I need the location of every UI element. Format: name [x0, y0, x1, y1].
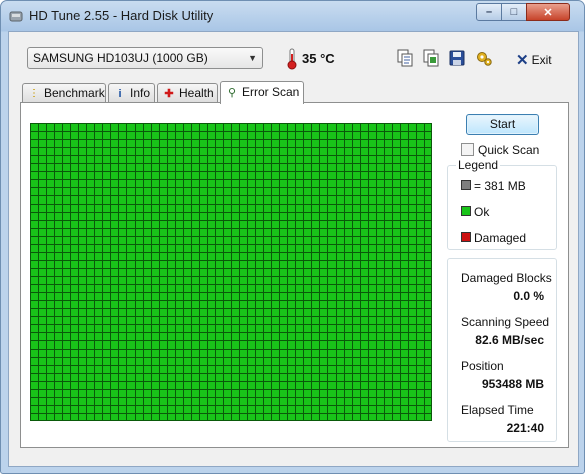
save-icon[interactable]	[448, 49, 466, 67]
minimize-button[interactable]: –	[476, 3, 502, 21]
tab-health[interactable]: ✚ Health	[157, 83, 218, 102]
quick-scan-label: Quick Scan	[478, 143, 540, 157]
legend-item-damaged: Damaged	[461, 231, 526, 245]
tab-benchmark-label: Benchmark	[44, 86, 105, 100]
tab-info-label: Info	[130, 86, 151, 100]
scanning-speed-value: 82.6 MB/sec	[475, 333, 544, 347]
quick-scan-checkbox[interactable]: Quick Scan	[461, 143, 539, 157]
error-scan-panel: Start Quick Scan Legend = 381 MB Ok Dama…	[20, 102, 569, 448]
maximize-icon: □	[510, 6, 518, 18]
legend-item-ok: Ok	[461, 205, 489, 219]
legend-damaged-label: Damaged	[474, 231, 527, 245]
damaged-blocks-value: 0.0 %	[513, 289, 544, 303]
elapsed-time-label: Elapsed Time	[461, 403, 534, 417]
app-icon	[9, 11, 23, 22]
stats-group: Damaged Blocks 0.0 % Scanning Speed 82.6…	[447, 258, 557, 442]
copy-screenshot-icon[interactable]	[422, 49, 440, 67]
tab-info[interactable]: i Info	[108, 83, 155, 102]
checkbox-icon	[461, 143, 474, 156]
maximize-button[interactable]: □	[501, 3, 527, 21]
copy-info-icon[interactable]	[396, 49, 414, 67]
legend-title: Legend	[456, 158, 501, 172]
elapsed-time-value: 221:40	[506, 421, 544, 435]
tab-benchmark[interactable]: ⵗ Benchmark	[22, 83, 106, 102]
app-window: HD Tune 2.55 - Hard Disk Utility – □ ✕ S…	[0, 0, 585, 474]
start-button[interactable]: Start	[466, 114, 539, 135]
legend-ok-label: Ok	[474, 205, 490, 219]
window-title: HD Tune 2.55 - Hard Disk Utility	[29, 8, 214, 23]
block-map	[30, 123, 432, 421]
exit-button[interactable]: ✕ Exit	[516, 50, 552, 69]
position-value: 953488 MB	[481, 377, 544, 391]
close-button[interactable]: ✕	[526, 3, 570, 21]
green-swatch-icon	[461, 206, 471, 216]
damaged-blocks-label: Damaged Blocks	[461, 271, 552, 285]
chevron-down-icon: ▼	[248, 53, 257, 63]
gray-swatch-icon	[461, 180, 471, 190]
position-label: Position	[461, 359, 504, 373]
thermometer-icon	[287, 48, 297, 70]
close-icon: ✕	[543, 6, 553, 19]
tab-error-scan-label: Error Scan	[242, 85, 300, 99]
toolbar: SAMSUNG HD103UJ (1000 GB) ▼ 35 °C ✕ Exit	[9, 32, 578, 84]
main-client-area: SAMSUNG HD103UJ (1000 GB) ▼ 35 °C ✕ Exit…	[8, 31, 579, 467]
scanning-speed-label: Scanning Speed	[461, 315, 550, 329]
options-icon[interactable]	[475, 49, 493, 67]
temperature-value: 35 °C	[302, 51, 335, 66]
legend-block-size-label: = 381 MB	[474, 179, 526, 193]
red-swatch-icon	[461, 232, 471, 242]
minimize-icon: –	[485, 6, 493, 18]
drive-select[interactable]: SAMSUNG HD103UJ (1000 GB) ▼	[27, 47, 263, 69]
tab-error-scan[interactable]: ⚲ Error Scan	[220, 81, 304, 104]
exit-icon: ✕	[516, 52, 529, 69]
title-bar[interactable]: HD Tune 2.55 - Hard Disk Utility – □ ✕	[1, 1, 584, 31]
legend-group: Legend = 381 MB Ok Damaged	[447, 158, 557, 250]
drive-select-value: SAMSUNG HD103UJ (1000 GB)	[33, 51, 208, 65]
tab-health-label: Health	[179, 86, 214, 100]
error-scan-icon: ⚲	[227, 87, 237, 99]
exit-label: Exit	[531, 53, 552, 67]
legend-item-block-size: = 381 MB	[461, 179, 526, 193]
